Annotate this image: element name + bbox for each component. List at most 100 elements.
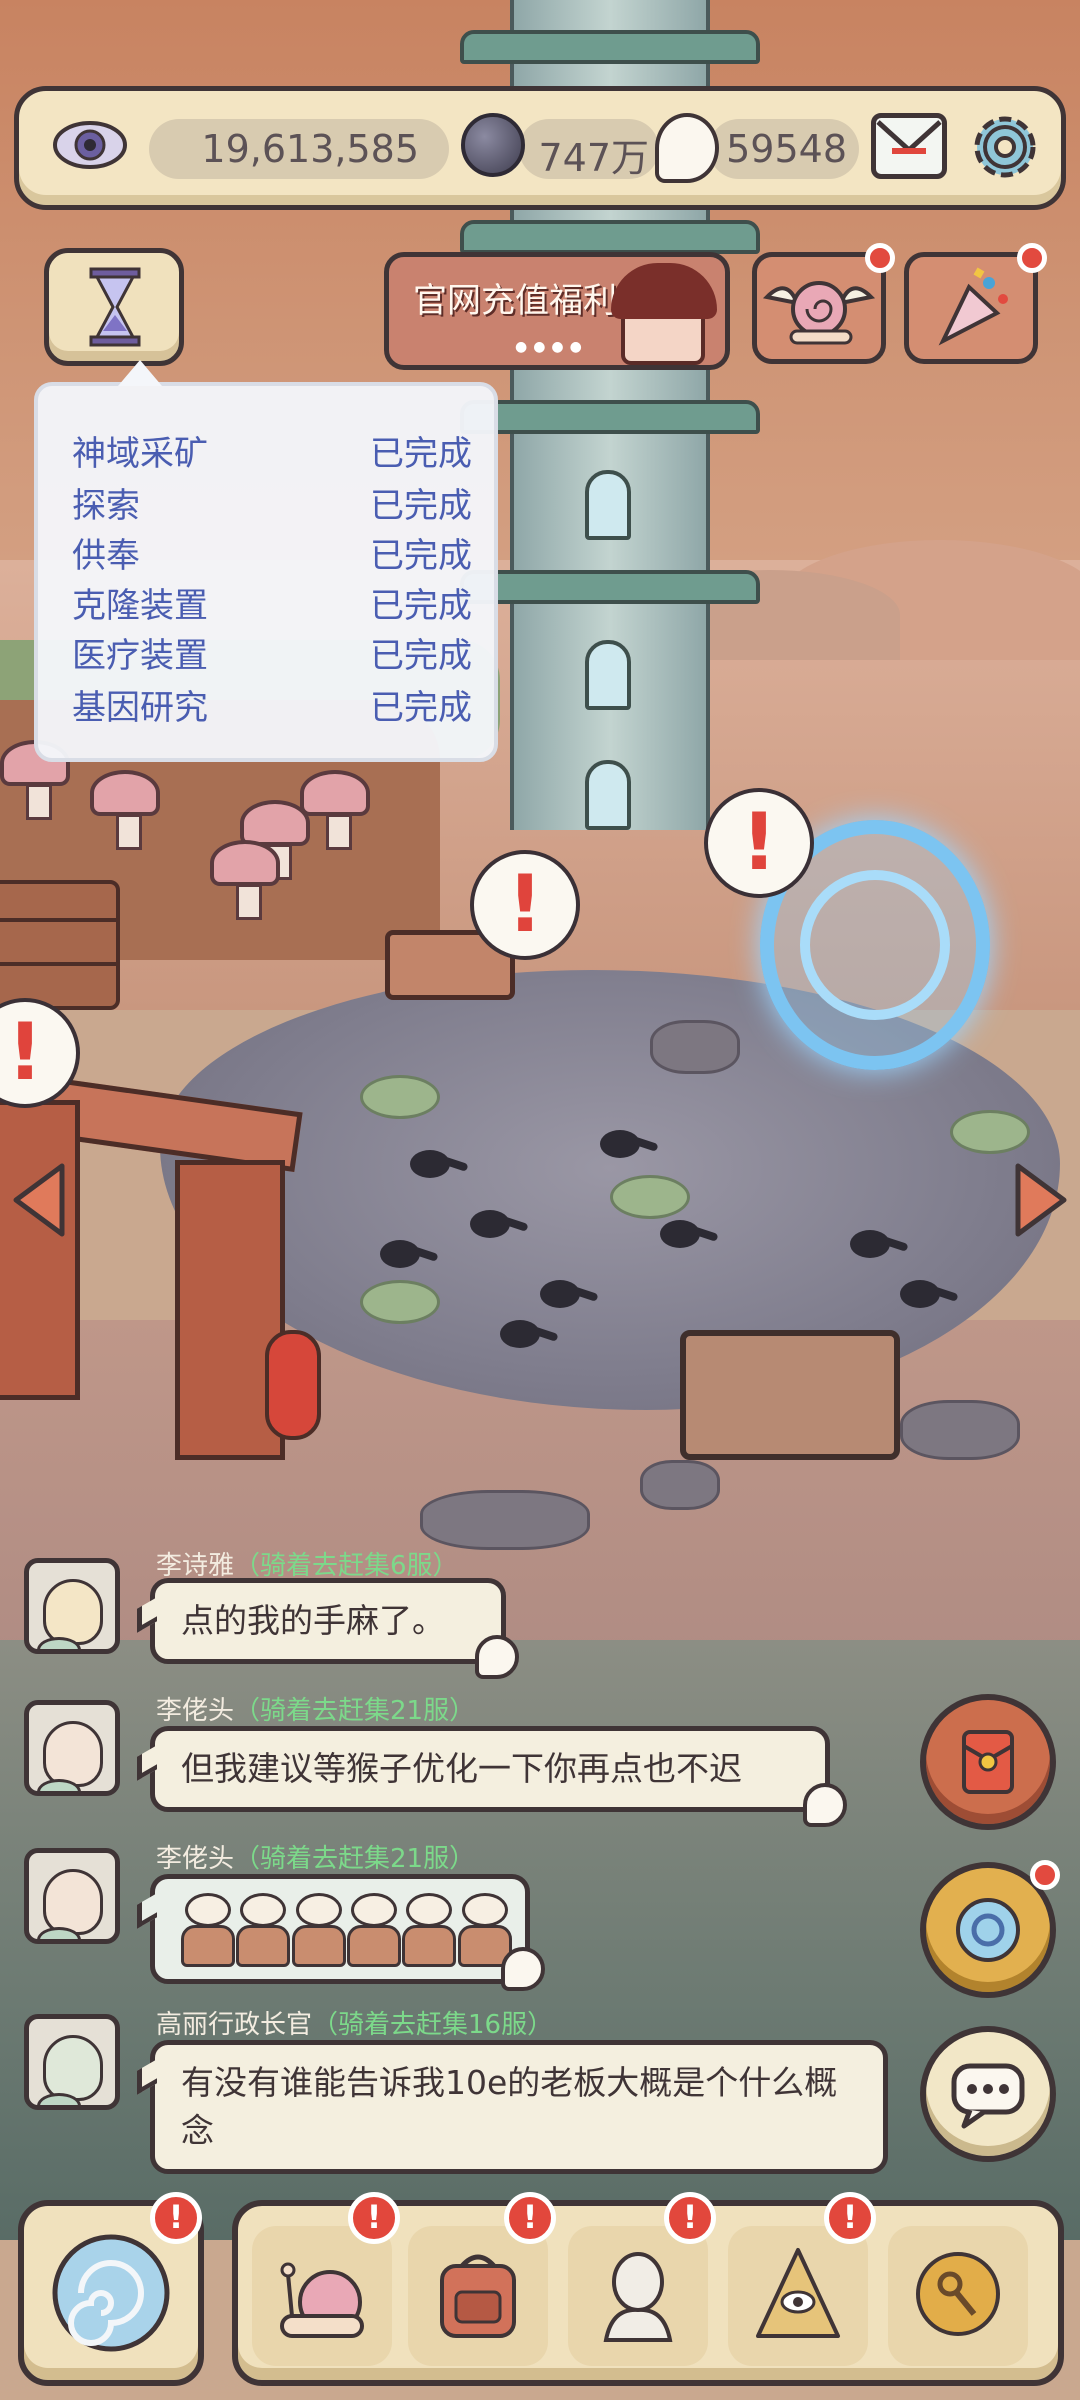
dock-key-coin-button[interactable] — [888, 2226, 1028, 2366]
scroll-right-arrow-icon[interactable] — [1010, 1160, 1072, 1240]
tadpole[interactable] — [470, 1210, 510, 1238]
banner-character — [611, 263, 717, 365]
chat-text: 但我建议等猴子优化一下你再点也不迟 — [181, 1749, 742, 1788]
chat-button[interactable] — [920, 2026, 1056, 2162]
alert-badge: ! — [504, 2192, 556, 2244]
tadpole[interactable] — [410, 1150, 450, 1178]
tower-roof — [460, 30, 760, 64]
chat-sender-name: 李佬头 — [156, 1844, 235, 1874]
chat-sender: 李诗雅（骑着去赶集6服） — [156, 1545, 459, 1582]
orb-resource-value: 747万 — [538, 136, 649, 180]
task-status: 已完成 — [370, 486, 472, 526]
dock-statue-button[interactable]: ! — [568, 2192, 716, 2366]
backpack-icon — [440, 2254, 516, 2338]
chat-message[interactable]: 点的我的手麻了。 — [137, 1578, 519, 1679]
snail-sticker-icon — [291, 1893, 347, 1967]
ghost-icon — [475, 1635, 519, 1679]
vortex-button[interactable]: ! — [18, 2192, 204, 2386]
tower-window — [585, 470, 631, 540]
tower-window — [585, 640, 631, 710]
lily-pad — [360, 1075, 440, 1119]
chat-text: 有没有谁能告诉我10e的老板大概是个什么概念 — [181, 2063, 838, 2150]
snail-sticker-icon — [346, 1893, 402, 1967]
notification-dot — [865, 243, 895, 273]
snail-sticker-icon — [402, 1893, 457, 1967]
rock — [900, 1400, 1020, 1460]
dock-pyramid-button[interactable]: ! — [728, 2192, 876, 2366]
red-envelope-button[interactable] — [920, 1694, 1056, 1830]
task-row: 克隆装置 已完成 — [72, 578, 472, 626]
chat-message[interactable]: 但我建议等猴子优化一下你再点也不迟 — [137, 1726, 847, 1827]
chat-server: （骑着去赶集21服） — [234, 1696, 476, 1726]
gear-icon[interactable] — [967, 109, 1043, 185]
tadpole[interactable] — [380, 1240, 420, 1268]
gate-pillar[interactable] — [0, 1100, 80, 1400]
dock-backpack-button[interactable]: ! — [408, 2192, 556, 2366]
eye-icon[interactable] — [51, 117, 129, 173]
avatar[interactable] — [24, 2014, 120, 2110]
avatar[interactable] — [24, 1848, 120, 1944]
lily-pad — [360, 1280, 440, 1324]
tower-window — [585, 760, 631, 830]
mushroom — [300, 770, 370, 850]
snail-sticker-icon — [236, 1893, 291, 1967]
chat-sender-name: 李佬头 — [156, 1696, 235, 1726]
dark-orb-icon[interactable] — [461, 113, 525, 177]
rock — [420, 1490, 590, 1550]
rock — [640, 1460, 720, 1510]
alert-bubble[interactable]: ! — [704, 788, 814, 898]
tadpole[interactable] — [850, 1230, 890, 1258]
tadpole[interactable] — [900, 1280, 940, 1308]
task-status: 已完成 — [370, 434, 472, 474]
mail-icon[interactable] — [871, 113, 947, 179]
task-status: 已完成 — [370, 636, 472, 676]
task-name: 探索 — [72, 486, 140, 526]
snail-event-button[interactable] — [752, 243, 895, 364]
bottom-dock: ! ! ! ! — [232, 2192, 1064, 2386]
chat-icon — [951, 2063, 1025, 2129]
red-lantern — [265, 1330, 321, 1440]
chat-message[interactable] — [137, 1874, 545, 1991]
task-status: 已完成 — [370, 586, 472, 626]
chat-server: （骑着去赶集16服） — [312, 2010, 554, 2040]
banner-pager-dots: ●●●● — [515, 339, 588, 355]
scroll-left-arrow-icon[interactable] — [8, 1160, 70, 1240]
dock-snail-button[interactable]: ! — [252, 2192, 400, 2366]
tadpole[interactable] — [600, 1130, 640, 1158]
task-status-popup: 神域采矿 已完成 探索 已完成 供奉 已完成 克隆装置 已完成 医疗装置 已完成… — [34, 360, 498, 762]
chat-text: 点的我的手麻了。 — [181, 1601, 445, 1640]
avatar-face — [43, 1869, 103, 1935]
chat-message[interactable]: 有没有谁能告诉我10e的老板大概是个什么概念 — [137, 2040, 888, 2174]
tower-roof — [460, 570, 760, 604]
task-row: 探索 已完成 — [72, 478, 472, 526]
log-pile[interactable] — [0, 880, 120, 1010]
task-timer-button[interactable] — [44, 248, 184, 366]
exclamation-icon: ! — [507, 860, 543, 950]
avatar[interactable] — [24, 1700, 120, 1796]
tadpole[interactable] — [540, 1280, 580, 1308]
chat-sender: 李佬头（骑着去赶集21服） — [156, 1838, 475, 1875]
task-name: 供奉 — [72, 536, 140, 576]
envelope-flap — [876, 120, 942, 154]
alert-bubble[interactable]: ! — [470, 850, 580, 960]
portal-ring-button[interactable] — [920, 1860, 1060, 1998]
recharge-welfare-banner[interactable]: 官网充值福利 ●●●● — [384, 252, 730, 370]
chat-sender: 李佬头（骑着去赶集21服） — [156, 1690, 475, 1727]
tadpole[interactable] — [500, 1320, 540, 1348]
chat-sender-name: 高丽行政长官 — [156, 2010, 313, 2040]
ghost-icon[interactable] — [655, 113, 719, 183]
chat-server: （骑着去赶集6服） — [234, 1551, 459, 1581]
alert-badge: ! — [150, 2192, 202, 2244]
mushroom — [210, 840, 280, 920]
avatar-face — [43, 2035, 103, 2101]
avatar[interactable] — [24, 1558, 120, 1654]
chat-sender-name: 李诗雅 — [156, 1551, 235, 1581]
tadpole[interactable] — [660, 1220, 700, 1248]
mushroom — [90, 770, 160, 850]
rock — [650, 1020, 740, 1074]
task-row: 医疗装置 已完成 — [72, 628, 472, 676]
ore-cart[interactable] — [680, 1330, 900, 1460]
sticker-row — [181, 1889, 513, 1967]
party-event-button[interactable] — [904, 243, 1047, 364]
task-name: 克隆装置 — [72, 586, 208, 626]
